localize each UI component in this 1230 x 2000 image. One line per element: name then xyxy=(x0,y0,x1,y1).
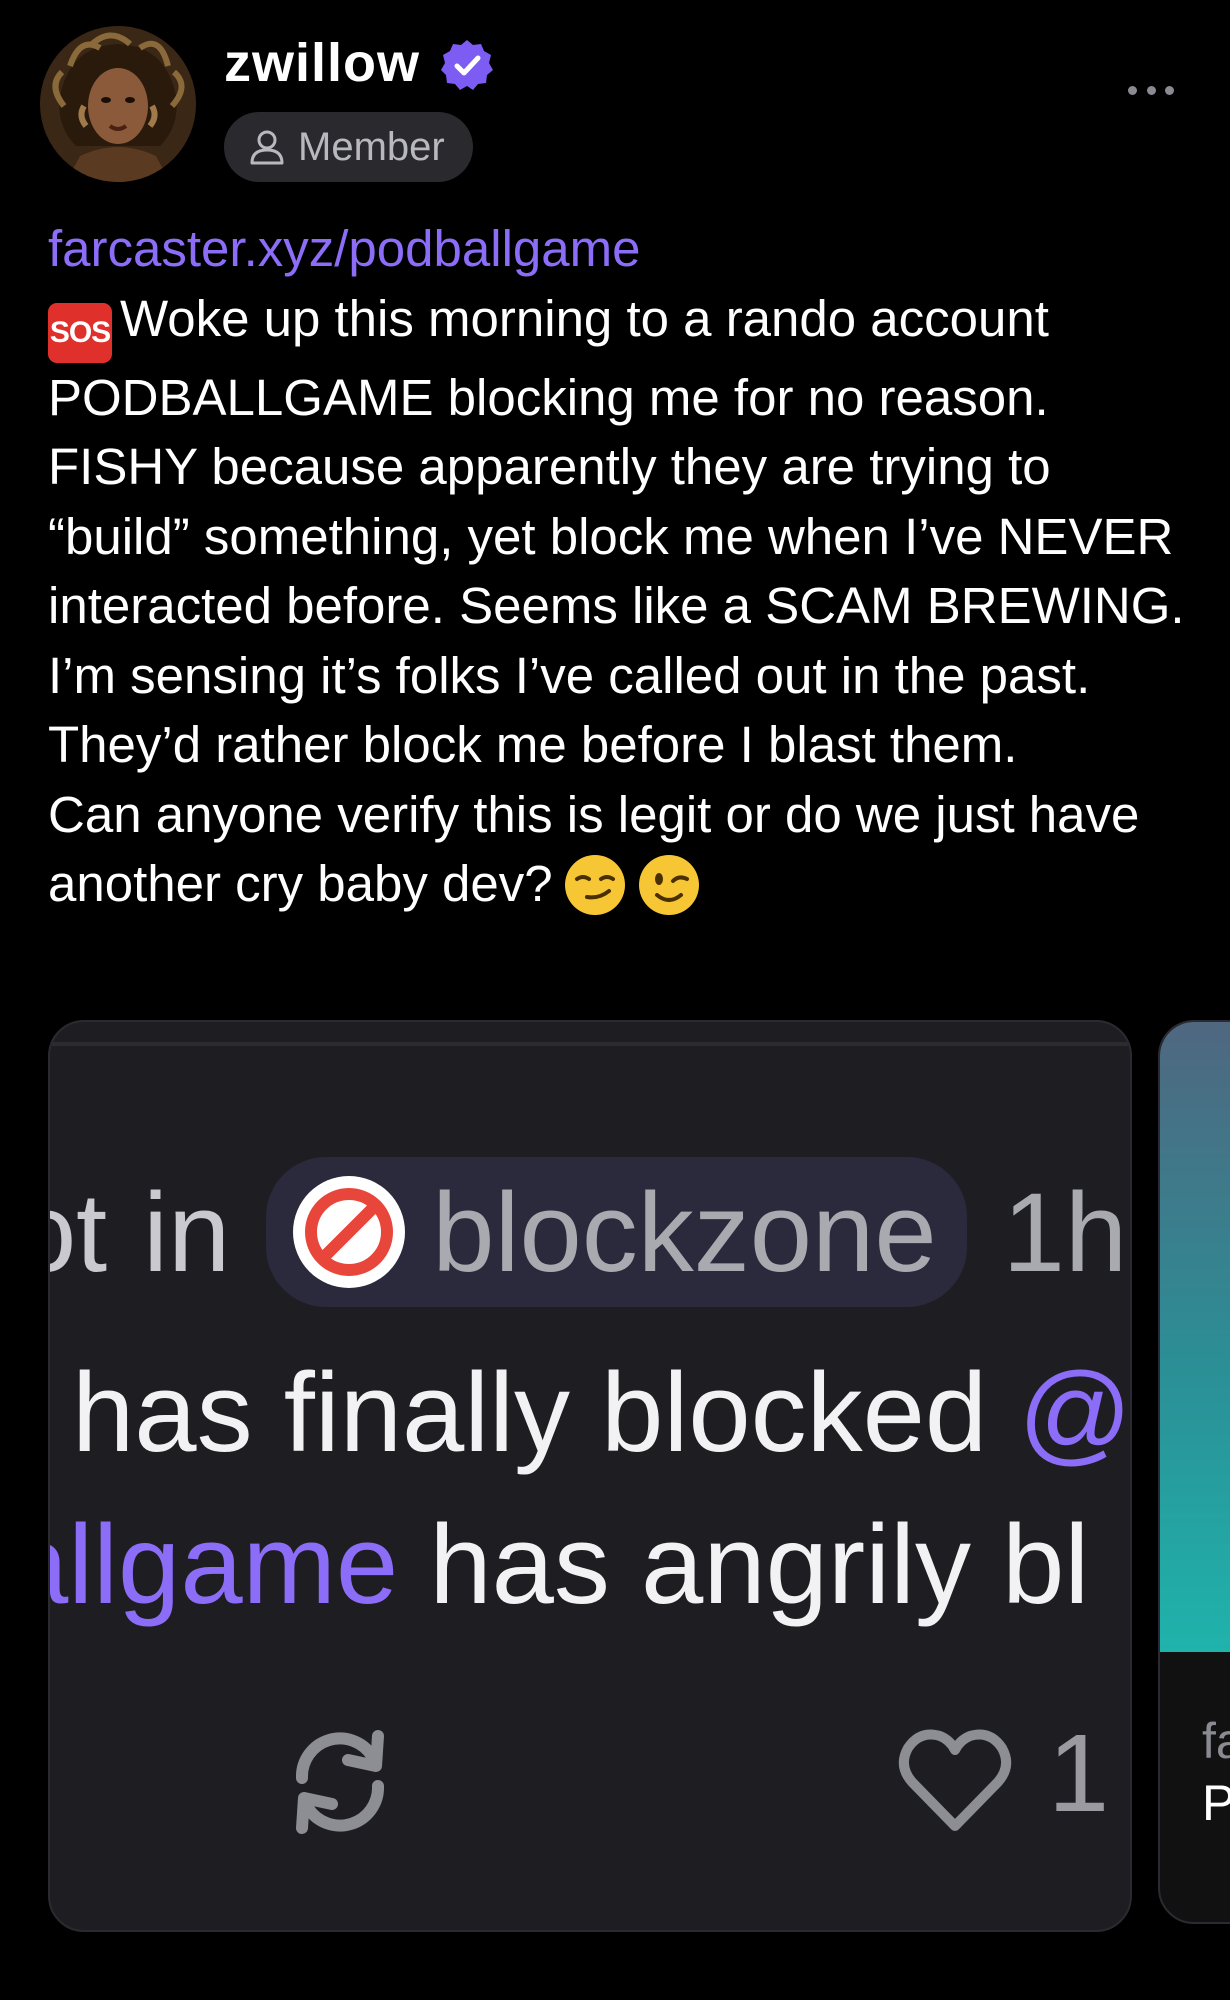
member-badge-label: Member xyxy=(298,124,445,169)
avatar-portrait xyxy=(40,26,196,182)
image2-line1: fa xyxy=(1202,1713,1230,1769)
image-row3-text: has angrily bl xyxy=(429,1502,1090,1627)
post-link[interactable]: farcaster.xyz/podballgame xyxy=(48,214,1198,284)
winking-face-emoji xyxy=(638,855,699,915)
blockzone-channel-chip: blockzone xyxy=(266,1157,967,1307)
username[interactable]: zwillow xyxy=(224,28,420,98)
smirking-face-emoji xyxy=(564,855,625,915)
embedded-image-2[interactable]: fa P xyxy=(1158,1020,1230,1924)
image2-gradient xyxy=(1160,1022,1230,1652)
user-icon xyxy=(250,130,284,165)
more-options-icon[interactable] xyxy=(1128,78,1174,102)
channel-name: blockzone xyxy=(432,1169,937,1295)
member-badge: Member xyxy=(224,112,473,182)
avatar[interactable] xyxy=(40,26,196,182)
image-row3-handle: allgame xyxy=(50,1502,399,1627)
image-row1-in: in xyxy=(143,1169,231,1295)
heart-icon xyxy=(898,1729,1012,1831)
post-paragraph-2: Can anyone verify this is legit or do we… xyxy=(48,780,1198,919)
post-body: farcaster.xyz/podballgame SOS Woke up thi… xyxy=(48,214,1198,919)
image-row2-text: has finally blocked xyxy=(72,1350,988,1475)
image-row1-prefix: ɔt xyxy=(50,1169,108,1295)
image-row-3: allgame has angrily bl xyxy=(50,1500,1090,1629)
image-divider xyxy=(50,1042,1130,1046)
like-count: 1 xyxy=(1048,1712,1110,1835)
post-paragraph-1: SOS Woke up this morning to a rando accou… xyxy=(48,284,1198,780)
image-row-2: has finally blocked @ xyxy=(72,1348,1132,1477)
image-row2-at: @ xyxy=(1018,1350,1132,1475)
image2-line2: P xyxy=(1202,1774,1230,1832)
embedded-image[interactable]: ɔt in blockzone 1h has finally blocked @… xyxy=(48,1020,1132,1932)
recast-icon xyxy=(295,1730,385,1834)
sos-emoji-icon: SOS xyxy=(48,302,112,363)
verified-badge-icon xyxy=(441,40,493,90)
image-row1-time: 1h xyxy=(1002,1169,1128,1295)
post-paragraph-1-text: Woke up this morning to a rando account … xyxy=(48,289,1185,774)
block-icon xyxy=(293,1176,406,1288)
image-row-channel: ɔt in blockzone 1h xyxy=(50,1157,1128,1307)
cast-post: zwillow Member farcaster.xyz/podballgame… xyxy=(0,0,1230,2000)
